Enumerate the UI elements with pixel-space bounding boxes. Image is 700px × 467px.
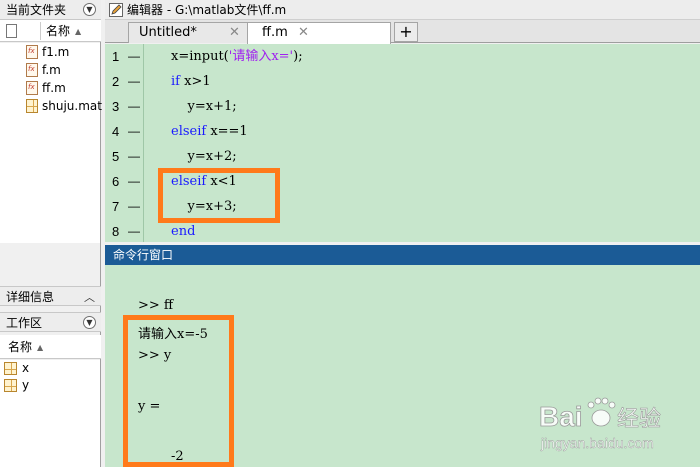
breakpoint-marker[interactable]: — (128, 194, 140, 219)
variable-list: x y (0, 360, 100, 467)
code-line[interactable]: 2 — if x>1 (105, 69, 700, 94)
line-number: 3 (112, 99, 120, 114)
highlight-box-output (123, 315, 234, 467)
paw-icon (587, 397, 616, 427)
variable-name: y (22, 378, 30, 392)
workspace-column-header[interactable]: 名称 ▲ (0, 335, 101, 359)
code-line[interactable]: 5 — y=x+2; (105, 144, 700, 169)
editor-pencil-icon (109, 3, 123, 17)
code-text: y=x+2; (171, 149, 237, 164)
watermark-url: jingyan.baidu.com (540, 435, 654, 451)
name-column-label[interactable]: 名称 (8, 335, 32, 359)
file-list: f1.m f.m ff.m shuju.mat (0, 43, 102, 243)
variable-icon (4, 379, 17, 392)
breakpoint-marker[interactable]: — (128, 144, 140, 169)
current-folder-header[interactable]: 当前文件夹 ▼ (0, 0, 101, 20)
file-row[interactable]: ff.m (0, 79, 100, 97)
breakpoint-marker[interactable]: — (128, 44, 140, 69)
line-number: 5 (112, 149, 120, 164)
name-column-label[interactable]: 名称 (46, 20, 70, 42)
tab-label: ff.m (262, 25, 288, 40)
variable-row[interactable]: x (0, 360, 100, 377)
sort-ascending-icon: ▲ (75, 27, 82, 36)
workspace-header[interactable]: 工作区 ▼ (0, 312, 101, 332)
close-icon[interactable]: ✕ (298, 23, 309, 43)
line-number: 8 (112, 224, 120, 239)
panel-actions-icon[interactable]: ▼ (83, 3, 96, 16)
code-line[interactable]: 1 — x=input('请输入x='); (105, 44, 700, 69)
variable-icon (4, 362, 17, 375)
watermark-brand: Bai (539, 401, 583, 432)
close-icon[interactable]: ✕ (229, 23, 240, 43)
variable-row[interactable]: y (0, 377, 100, 394)
code-line[interactable]: 3 — y=x+1; (105, 94, 700, 119)
file-row[interactable]: shuju.mat (0, 97, 102, 115)
file-name: f1.m (42, 45, 70, 59)
code-text: y=x+1; (171, 99, 237, 114)
column-separator (40, 22, 41, 40)
line-number: 2 (112, 74, 120, 89)
document-icon (6, 24, 17, 38)
code-text: elseif x==1 (171, 124, 248, 139)
add-tab-button[interactable]: + (394, 22, 418, 42)
panel-actions-icon[interactable]: ▼ (83, 316, 96, 329)
watermark-brand-2: 经验 (617, 407, 661, 432)
breakpoint-marker[interactable]: — (128, 94, 140, 119)
m-file-icon (26, 45, 38, 59)
current-folder-column-header[interactable]: 名称 ▲ (0, 20, 101, 42)
details-header[interactable]: 详细信息 ︿ (0, 286, 101, 306)
line-number: 1 (112, 49, 120, 64)
left-panel: 当前文件夹 ▼ 名称 ▲ f1.m f.m ff.m shuju.mat 详细信… (0, 0, 102, 467)
file-name: shuju.mat (42, 99, 102, 113)
details-title: 详细信息 (6, 290, 55, 304)
line-number: 4 (112, 124, 120, 139)
breakpoint-marker[interactable]: — (128, 219, 140, 244)
m-file-icon (26, 81, 38, 95)
file-name: f.m (42, 63, 61, 77)
breakpoint-marker[interactable]: — (128, 69, 140, 94)
tab-label: Untitled* (139, 25, 197, 40)
code-text: if x>1 (171, 74, 211, 89)
m-file-icon (26, 63, 38, 77)
sort-ascending-icon: ▲ (37, 343, 44, 352)
workspace-title: 工作区 (6, 316, 43, 330)
editor-tab-bar: Untitled* ✕ ff.m ✕ + (105, 20, 700, 44)
tab-untitled[interactable]: Untitled* ✕ (128, 22, 248, 43)
mat-file-icon (26, 99, 38, 113)
breakpoint-marker[interactable]: — (128, 169, 140, 194)
file-row[interactable]: f1.m (0, 43, 100, 61)
editor-titlebar[interactable]: 编辑器 - G:\matlab文件\ff.m (105, 0, 700, 20)
line-number: 7 (112, 199, 120, 214)
breakpoint-marker[interactable]: — (128, 119, 140, 144)
line-number: 6 (112, 174, 120, 189)
variable-name: x (22, 361, 30, 375)
code-text: x=input('请输入x='); (171, 49, 303, 64)
editor-title: 编辑器 - G:\matlab文件\ff.m (127, 3, 287, 17)
command-window-title: 命令行窗口 (105, 245, 700, 265)
code-line[interactable]: 4 — elseif x==1 (105, 119, 700, 144)
file-row[interactable]: f.m (0, 61, 100, 79)
file-name: ff.m (42, 81, 66, 95)
highlight-box-code (158, 168, 280, 223)
tab-ff-m[interactable]: ff.m ✕ (247, 22, 391, 44)
baidu-jingyan-watermark: Bai 经验 jingyan.baidu.com (539, 397, 661, 451)
current-folder-title: 当前文件夹 (6, 3, 67, 17)
command-line: >> ff (138, 298, 174, 313)
chevron-up-icon[interactable]: ︿ (84, 288, 95, 308)
